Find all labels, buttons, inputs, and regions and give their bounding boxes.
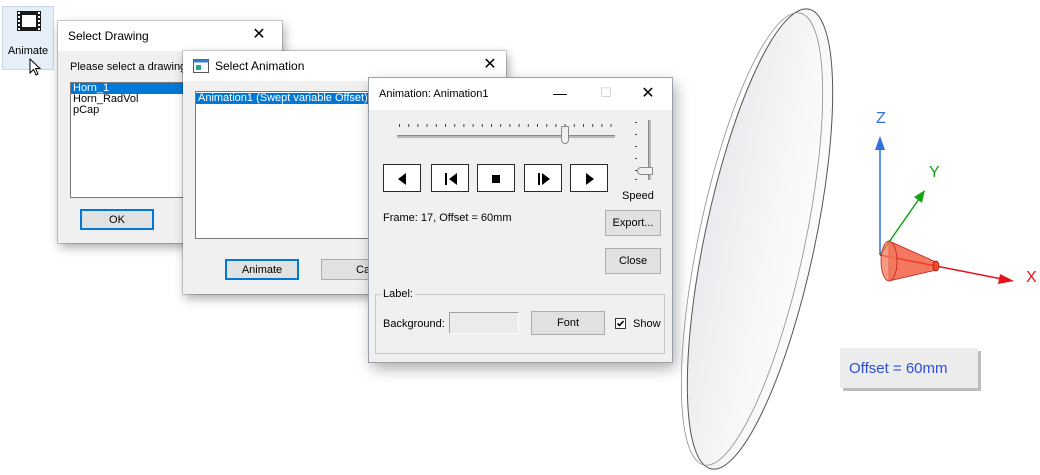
play-button[interactable] bbox=[570, 164, 608, 192]
list-item[interactable]: Animation1 (Swept variable Offset) bbox=[196, 93, 370, 104]
animation-title: Animation: Animation1 bbox=[379, 88, 489, 100]
animate-toolbar-label: Animate bbox=[7, 45, 49, 57]
background-label: Background: bbox=[383, 318, 445, 330]
select-animation-close-icon[interactable]: ✕ bbox=[475, 55, 505, 75]
frame-slider-track bbox=[397, 135, 615, 138]
animation-titlebar[interactable]: Animation: Animation1 — ☐ ✕ bbox=[369, 78, 672, 110]
label-group-title: Label: bbox=[381, 288, 415, 300]
show-label: Show bbox=[633, 318, 661, 330]
stop-button[interactable] bbox=[477, 164, 515, 192]
play-reverse-icon bbox=[398, 173, 406, 185]
export-button[interactable]: Export... bbox=[605, 210, 661, 236]
animate-toolbar-button[interactable]: Animate bbox=[2, 6, 54, 70]
z-axis-arrow bbox=[875, 136, 885, 150]
select-drawing-prompt: Please select a drawing bbox=[70, 61, 187, 73]
minimize-icon[interactable]: — bbox=[549, 84, 571, 104]
close-button[interactable]: Close bbox=[605, 248, 661, 274]
y-axis-label: Y bbox=[929, 164, 940, 181]
maximize-icon: ☐ bbox=[600, 85, 612, 100]
select-animation-title: Select Animation bbox=[215, 59, 305, 73]
animation-window: Animation: Animation1 — ☐ ✕ Speed Frame:… bbox=[369, 78, 672, 362]
speed-slider[interactable] bbox=[631, 120, 661, 186]
frame-status: Frame: 17, Offset = 60mm bbox=[383, 212, 512, 224]
play-icon bbox=[586, 173, 594, 185]
select-drawing-close-icon[interactable]: ✕ bbox=[244, 25, 274, 45]
show-checkbox[interactable] bbox=[615, 318, 626, 329]
horn-cone bbox=[880, 240, 940, 282]
stop-icon bbox=[492, 175, 500, 183]
x-axis-arrow bbox=[998, 274, 1014, 284]
list-item[interactable]: pCap bbox=[71, 105, 199, 116]
step-back-button[interactable] bbox=[431, 164, 469, 192]
ok-button[interactable]: OK bbox=[80, 209, 154, 230]
step-back-icon bbox=[445, 173, 457, 185]
select-drawing-titlebar[interactable]: Select Drawing ✕ bbox=[58, 21, 282, 51]
window-app-icon bbox=[193, 59, 209, 73]
speed-label: Speed bbox=[622, 190, 654, 202]
font-button[interactable]: Font bbox=[531, 311, 605, 335]
viewport-3d bbox=[680, 8, 1014, 470]
frame-slider-ticks bbox=[399, 124, 612, 127]
step-forward-icon bbox=[538, 173, 550, 185]
frame-slider[interactable] bbox=[397, 120, 617, 148]
offset-label-box: Offset = 60mm bbox=[840, 348, 978, 388]
x-axis-label: X bbox=[1026, 269, 1037, 286]
select-drawing-title: Select Drawing bbox=[68, 29, 149, 43]
mouse-pointer-icon bbox=[29, 58, 42, 76]
drawing-listbox[interactable]: Horn_1 Horn_RadVol pCap bbox=[70, 82, 200, 198]
film-strip-icon bbox=[17, 11, 41, 31]
select-animation-titlebar[interactable]: Select Animation ✕ bbox=[183, 51, 506, 81]
offset-label-text: Offset = 60mm bbox=[849, 360, 948, 377]
animate-button[interactable]: Animate bbox=[225, 259, 299, 280]
checkmark-icon bbox=[616, 320, 625, 327]
go-to-start-button[interactable] bbox=[383, 164, 421, 192]
y-axis-arrow bbox=[914, 190, 925, 203]
speed-slider-thumb[interactable] bbox=[637, 166, 653, 175]
background-color-swatch[interactable] bbox=[449, 312, 519, 334]
frame-slider-thumb[interactable] bbox=[560, 126, 569, 144]
z-axis-label: Z bbox=[876, 110, 886, 127]
pcap-disc bbox=[686, 8, 834, 470]
step-forward-button[interactable] bbox=[524, 164, 562, 192]
animation-close-icon[interactable]: ✕ bbox=[633, 84, 663, 104]
